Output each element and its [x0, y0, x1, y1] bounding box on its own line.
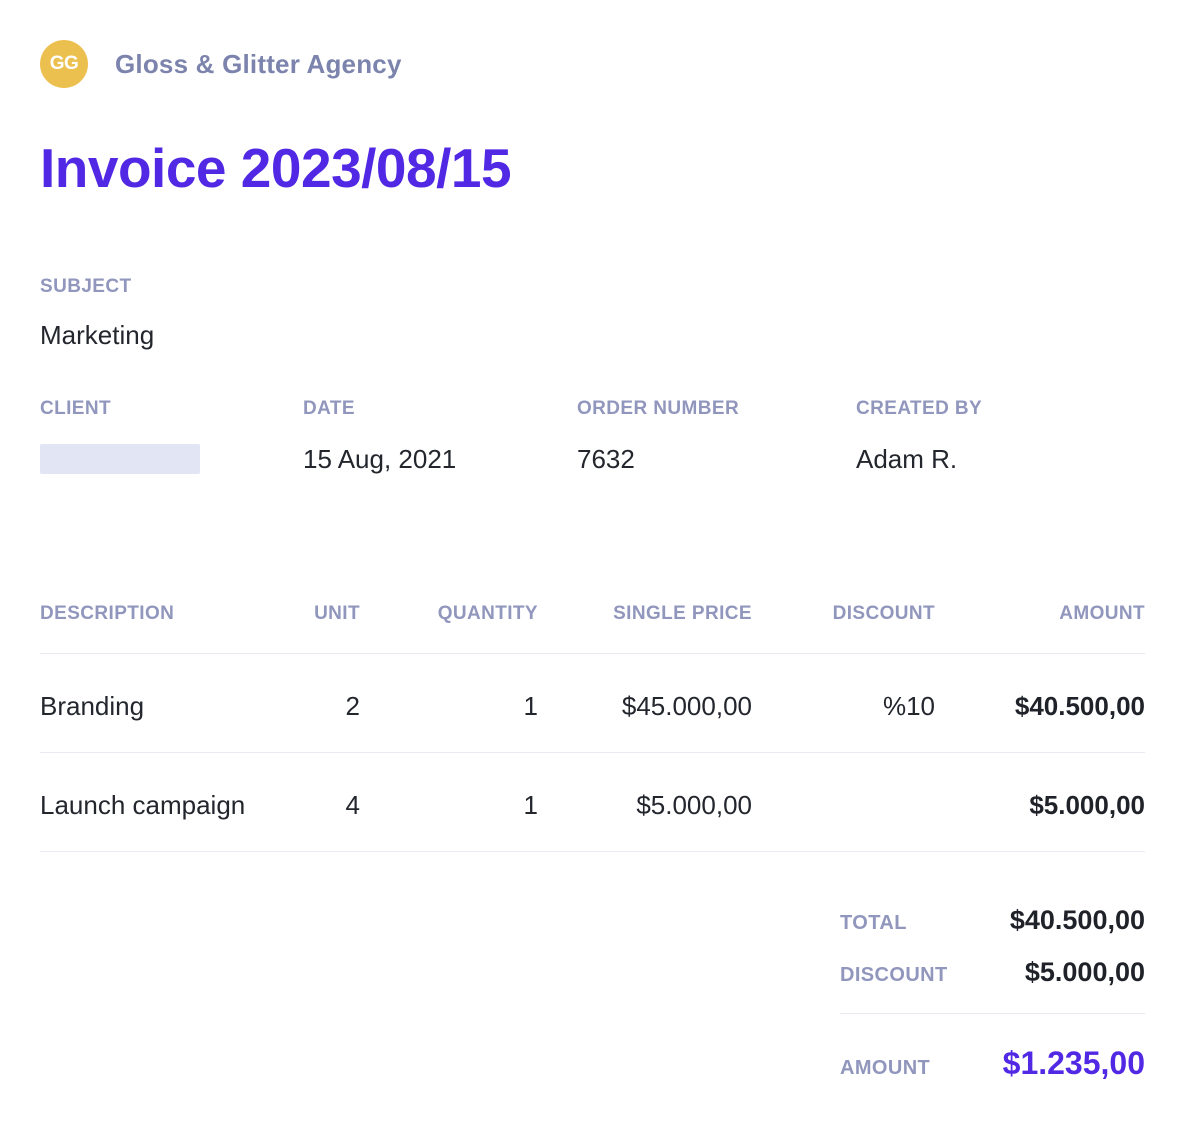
items-table-header-row: DESCRIPTION UNIT QUANTITY SINGLE PRICE D…	[40, 604, 1145, 654]
client-value-placeholder	[40, 444, 200, 474]
table-row: Branding 2 1 $45.000,00 %10 $40.500,00	[40, 654, 1145, 753]
col-header-discount: DISCOUNT	[752, 604, 935, 654]
date-label: DATE	[303, 399, 577, 419]
cell-single-price: $5.000,00	[538, 753, 752, 852]
col-header-quantity: QUANTITY	[360, 604, 538, 654]
created-by-field: CREATED BY Adam R.	[856, 399, 1145, 474]
cell-amount: $40.500,00	[935, 654, 1145, 753]
col-header-unit: UNIT	[280, 604, 360, 654]
table-row: Launch campaign 4 1 $5.000,00 $5.000,00	[40, 753, 1145, 852]
totals-section: TOTAL $40.500,00 DISCOUNT $5.000,00 AMOU…	[840, 905, 1145, 1081]
col-header-description: DESCRIPTION	[40, 604, 280, 654]
cell-discount: %10	[752, 654, 935, 753]
subject-field: SUBJECT Marketing	[40, 277, 1145, 350]
total-row: TOTAL $40.500,00	[840, 905, 1145, 935]
cell-description: Launch campaign	[40, 753, 280, 852]
cell-description: Branding	[40, 654, 280, 753]
client-label: CLIENT	[40, 399, 303, 419]
brand-logo-icon: GG	[40, 40, 88, 88]
discount-row: DISCOUNT $5.000,00	[840, 957, 1145, 987]
col-header-single-price: SINGLE PRICE	[538, 604, 752, 654]
cell-unit: 2	[280, 654, 360, 753]
created-by-label: CREATED BY	[856, 399, 1145, 419]
cell-unit: 4	[280, 753, 360, 852]
total-label: TOTAL	[840, 912, 907, 935]
invoice-meta-row: CLIENT DATE 15 Aug, 2021 ORDER NUMBER 76…	[40, 399, 1145, 474]
brand-name: Gloss & Glitter Agency	[115, 49, 402, 80]
cell-discount	[752, 753, 935, 852]
brand-header: GG Gloss & Glitter Agency	[40, 40, 1145, 88]
totals-divider	[840, 1013, 1145, 1014]
order-number-value: 7632	[577, 444, 856, 474]
amount-due-label: AMOUNT	[840, 1057, 930, 1080]
order-number-label: ORDER NUMBER	[577, 399, 856, 419]
date-value: 15 Aug, 2021	[303, 444, 577, 474]
discount-label: DISCOUNT	[840, 964, 948, 987]
client-field: CLIENT	[40, 399, 303, 474]
invoice-page: GG Gloss & Glitter Agency Invoice 2023/0…	[0, 0, 1200, 1125]
date-field: DATE 15 Aug, 2021	[303, 399, 577, 474]
cell-amount: $5.000,00	[935, 753, 1145, 852]
items-table: DESCRIPTION UNIT QUANTITY SINGLE PRICE D…	[40, 604, 1145, 852]
subject-value: Marketing	[40, 320, 1145, 350]
cell-single-price: $45.000,00	[538, 654, 752, 753]
amount-due-row: AMOUNT $1.235,00	[840, 1045, 1145, 1081]
total-value: $40.500,00	[1010, 905, 1145, 935]
page-title: Invoice 2023/08/15	[40, 134, 1145, 203]
subject-label: SUBJECT	[40, 277, 1145, 297]
discount-value: $5.000,00	[1025, 957, 1145, 987]
amount-due-value: $1.235,00	[1003, 1045, 1145, 1081]
cell-quantity: 1	[360, 753, 538, 852]
cell-quantity: 1	[360, 654, 538, 753]
order-number-field: ORDER NUMBER 7632	[577, 399, 856, 474]
col-header-amount: AMOUNT	[935, 604, 1145, 654]
created-by-value: Adam R.	[856, 444, 1145, 474]
